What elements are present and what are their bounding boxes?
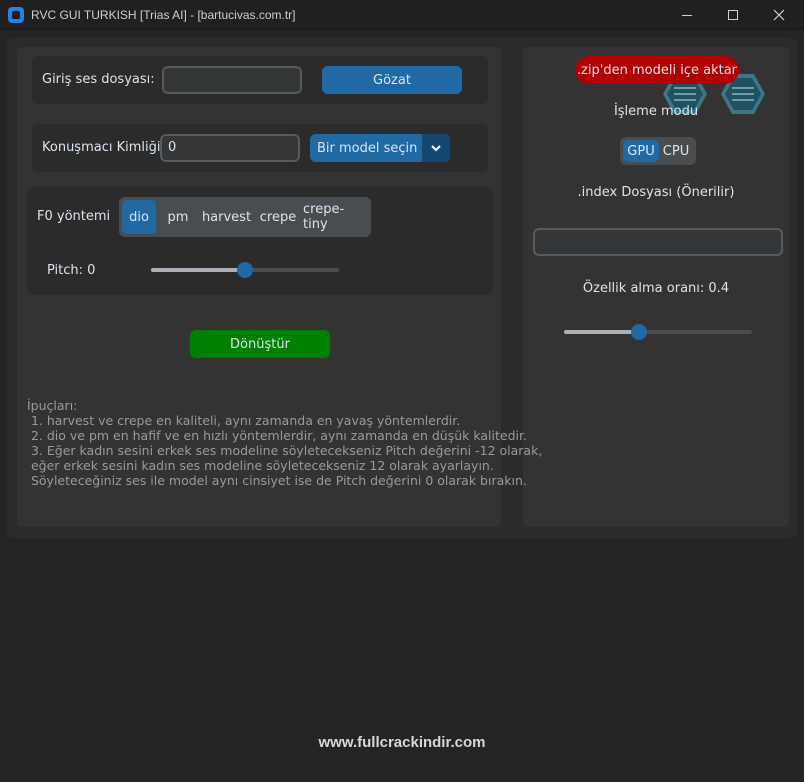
tips-line: 3. Eğer kadın sesini erkek ses modeline … xyxy=(27,443,543,458)
tips-line: eğer erkek sesini kadın ses modeline söy… xyxy=(27,458,494,473)
feature-ratio-label: Özellik alma oranı: 0.4 xyxy=(582,281,730,296)
index-file-label: .index Dosyası (Önerilir) xyxy=(577,185,735,200)
index-file-field[interactable] xyxy=(533,228,783,256)
f0-frame: F0 yöntemi dio pm harvest crepe crepe-ti… xyxy=(27,187,493,295)
mode-option-cpu[interactable]: CPU xyxy=(659,140,693,162)
minimize-button[interactable] xyxy=(664,0,710,30)
tips-title: İpuçları: xyxy=(27,398,78,413)
right-panel: .zip'den modeli içe aktar İşleme modu GP… xyxy=(523,47,789,527)
pitch-slider-knob[interactable] xyxy=(237,262,253,278)
f0-option-pm[interactable]: pm xyxy=(156,200,200,234)
input-file-field[interactable] xyxy=(162,66,302,94)
feature-slider-knob[interactable] xyxy=(631,324,648,340)
feature-ratio-slider[interactable] xyxy=(564,324,752,340)
f0-option-crepe[interactable]: crepe xyxy=(253,200,303,234)
close-icon xyxy=(773,9,785,21)
model-select[interactable]: Bir model seçin xyxy=(310,134,450,162)
minimize-icon xyxy=(682,14,692,16)
close-button[interactable] xyxy=(756,0,802,30)
f0-option-harvest[interactable]: harvest xyxy=(200,200,253,234)
maximize-button[interactable] xyxy=(710,0,756,30)
processing-mode-label: İşleme modu xyxy=(613,104,699,119)
import-zip-button[interactable]: .zip'den modeli içe aktar xyxy=(575,56,739,84)
chevron-down-icon xyxy=(422,134,450,162)
convert-button[interactable]: Dönüştür xyxy=(190,330,330,358)
pitch-slider[interactable] xyxy=(151,262,339,278)
window-title: RVC GUI TURKISH [Trias AI] - [bartucivas… xyxy=(31,8,296,22)
input-file-label: Giriş ses dosyası: xyxy=(42,72,155,87)
speaker-id-label: Konuşmacı Kimliği: xyxy=(42,140,165,155)
app-icon xyxy=(8,7,24,23)
tips-line: 2. dio ve pm en hafif ve en hızlı yöntem… xyxy=(27,428,527,443)
mode-option-gpu[interactable]: GPU xyxy=(623,140,659,162)
speaker-frame: Konuşmacı Kimliği: 0 Bir model seçin xyxy=(32,124,488,172)
watermark-text: www.fullcrackindir.com xyxy=(318,734,486,751)
input-file-frame: Giriş ses dosyası: Gözat xyxy=(32,56,488,104)
tips-panel: İpuçları: 1. harvest ve crepe en kalitel… xyxy=(27,398,543,488)
pitch-slider-fill xyxy=(151,268,245,272)
browse-button[interactable]: Gözat xyxy=(322,66,462,94)
f0-method-selector: dio pm harvest crepe crepe-tiny xyxy=(119,197,371,237)
maximize-icon xyxy=(728,10,738,20)
model-select-value: Bir model seçin xyxy=(317,140,418,156)
tips-line: 1. harvest ve crepe en kaliteli, aynı za… xyxy=(27,413,461,428)
speaker-id-field[interactable]: 0 xyxy=(160,134,300,162)
processing-mode-selector: GPU CPU xyxy=(620,137,696,165)
title-bar: RVC GUI TURKISH [Trias AI] - [bartucivas… xyxy=(0,0,804,30)
feature-slider-fill xyxy=(564,330,640,334)
f0-option-crepe-tiny[interactable]: crepe-tiny xyxy=(303,200,368,234)
f0-method-label: F0 yöntemi xyxy=(37,209,111,224)
f0-option-dio[interactable]: dio xyxy=(122,200,156,234)
pitch-label: Pitch: 0 xyxy=(47,263,96,278)
tips-line: Söyleteceğiniz ses ile model aynı cinsiy… xyxy=(27,473,527,488)
